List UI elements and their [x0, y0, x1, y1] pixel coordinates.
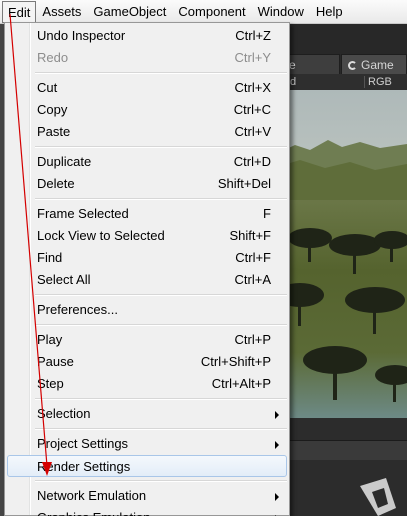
menu-item-label: Frame Selected — [37, 206, 129, 221]
menu-item-label: Undo Inspector — [37, 28, 126, 43]
menu-item-shortcut: F — [263, 206, 271, 221]
menu-item-label: Pause — [37, 354, 74, 369]
menu-item-duplicate[interactable]: Duplicate Ctrl+D — [7, 151, 287, 173]
menu-item-undo-inspector[interactable]: Undo Inspector Ctrl+Z — [7, 25, 287, 47]
menu-item-shortcut: Ctrl+Shift+P — [200, 354, 271, 369]
scene-toolbar: d RGB — [280, 74, 407, 90]
menu-item-shortcut: Ctrl+F — [235, 250, 271, 265]
menu-item-shortcut: Ctrl+D — [233, 154, 271, 169]
menu-item-pause[interactable]: Pause Ctrl+Shift+P — [7, 351, 287, 373]
menu-item-project-settings[interactable]: Project Settings — [7, 433, 287, 455]
tab-game-label: Game — [361, 58, 394, 72]
menu-separator — [35, 324, 287, 326]
menu-item-select-all[interactable]: Select All Ctrl+A — [7, 269, 287, 291]
menu-item-label: Play — [37, 332, 63, 347]
menu-item-shortcut: Ctrl+P — [234, 332, 271, 347]
render-mode-fragment[interactable]: d — [290, 74, 296, 90]
menu-item-graphics-emulation[interactable]: Graphics Emulation — [7, 507, 287, 516]
rgb-dropdown[interactable]: RGB — [368, 74, 392, 90]
menu-item-paste[interactable]: Paste Ctrl+V — [7, 121, 287, 143]
menu-item-find[interactable]: Find Ctrl+F — [7, 247, 287, 269]
menu-separator — [35, 294, 287, 296]
menu-item-frame-selected[interactable]: Frame Selected F — [7, 203, 287, 225]
menu-item-label: Select All — [37, 272, 91, 287]
menu-item-shortcut: Ctrl+Alt+P — [211, 376, 271, 391]
menu-item-selection[interactable]: Selection — [7, 403, 287, 425]
menu-item-label: Copy — [37, 102, 68, 117]
menu-item-network-emulation[interactable]: Network Emulation — [7, 485, 287, 507]
tab-game[interactable]: Game — [341, 54, 407, 74]
menu-item-label: Paste — [37, 124, 71, 139]
toolbar-divider — [364, 76, 365, 88]
menu-item-render-settings[interactable]: Render Settings — [7, 455, 287, 477]
menu-item-label: Graphics Emulation — [37, 507, 150, 516]
menu-item-shortcut: Shift+Del — [217, 176, 271, 191]
menu-bar: Edit Assets GameObject Component Window … — [0, 0, 407, 24]
menu-separator — [35, 398, 287, 400]
menu-item-label: Preferences... — [37, 302, 118, 317]
menu-item-label: Selection — [37, 406, 91, 421]
menu-help[interactable]: Help — [310, 1, 349, 23]
menu-item-delete[interactable]: Delete Shift+Del — [7, 173, 287, 195]
menu-item-play[interactable]: Play Ctrl+P — [7, 329, 287, 351]
unity-logo-icon — [338, 478, 398, 516]
menu-component[interactable]: Component — [172, 1, 251, 23]
submenu-arrow-icon — [275, 411, 279, 419]
terrain-trees-image — [280, 140, 407, 402]
game-icon — [348, 61, 357, 70]
menu-item-shortcut: Ctrl+Y — [234, 50, 271, 65]
menu-window[interactable]: Window — [252, 1, 310, 23]
menu-item-cut[interactable]: Cut Ctrl+X — [7, 77, 287, 99]
menu-item-label: Project Settings — [37, 436, 129, 451]
menu-item-shortcut: Ctrl+C — [233, 102, 271, 117]
menu-separator — [35, 428, 287, 430]
menu-assets[interactable]: Assets — [36, 1, 87, 23]
menu-item-label: Step — [37, 376, 64, 391]
menu-item-shortcut: Ctrl+V — [234, 124, 271, 139]
menu-item-label: Delete — [37, 176, 75, 191]
menu-gameobject[interactable]: GameObject — [87, 1, 172, 23]
edit-menu-dropdown: Undo Inspector Ctrl+Z Redo Ctrl+Y Cut Ctrl+… — [4, 22, 290, 516]
menu-item-label: Render Settings — [37, 459, 131, 474]
menu-item-shortcut: Shift+F — [229, 228, 271, 243]
menu-item-preferences[interactable]: Preferences... — [7, 299, 287, 321]
submenu-arrow-icon — [275, 441, 279, 449]
menu-item-redo[interactable]: Redo Ctrl+Y — [7, 47, 287, 69]
menu-item-shortcut: Ctrl+A — [234, 272, 271, 287]
menu-item-lock-view[interactable]: Lock View to Selected Shift+F — [7, 225, 287, 247]
menu-item-shortcut: Ctrl+Z — [235, 28, 271, 43]
menu-separator — [35, 72, 287, 74]
menu-separator — [35, 146, 287, 148]
scene-view[interactable] — [280, 90, 407, 418]
menu-item-label: Cut — [37, 80, 58, 95]
menu-separator — [35, 480, 287, 482]
menu-item-copy[interactable]: Copy Ctrl+C — [7, 99, 287, 121]
panel-strip — [280, 440, 407, 460]
menu-item-label: Lock View to Selected — [37, 228, 165, 243]
tab-scene-label: e — [289, 58, 296, 72]
menu-item-label: Redo — [37, 50, 69, 65]
menu-edit[interactable]: Edit — [2, 0, 37, 23]
menu-item-label: Duplicate — [37, 154, 92, 169]
menu-item-shortcut: Ctrl+X — [234, 80, 271, 95]
menu-item-label: Network Emulation — [37, 488, 147, 503]
menu-item-label: Find — [37, 250, 63, 265]
menu-separator — [35, 198, 287, 200]
submenu-arrow-icon — [275, 493, 279, 501]
menu-item-step[interactable]: Step Ctrl+Alt+P — [7, 373, 287, 395]
